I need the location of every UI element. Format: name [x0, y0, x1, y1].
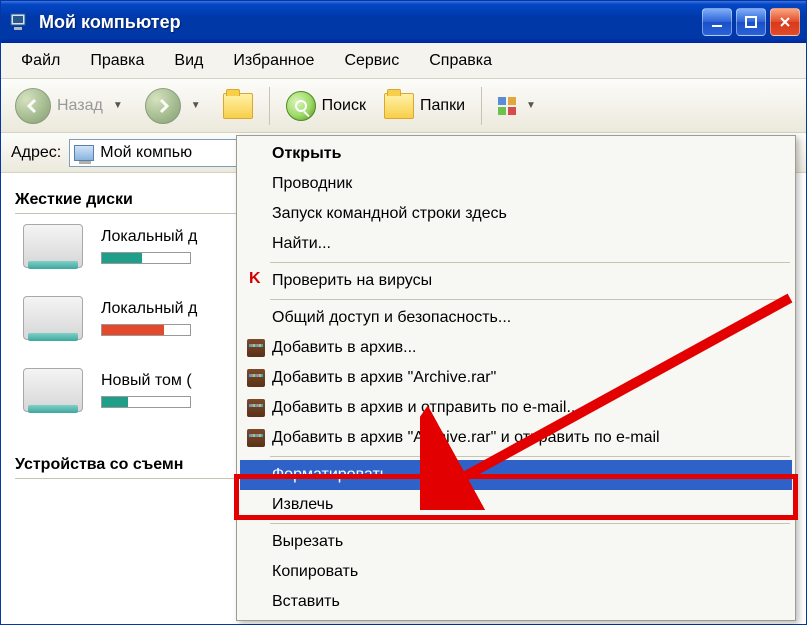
- context-menu-item-label: Добавить в архив и отправить по e-mail..…: [272, 399, 580, 417]
- context-menu-item[interactable]: Проводник: [240, 169, 792, 199]
- context-menu-item[interactable]: Добавить в архив "Archive.rar": [240, 363, 792, 393]
- context-menu-item[interactable]: Добавить в архив...: [240, 333, 792, 363]
- drive-label: Локальный д: [101, 228, 197, 246]
- context-menu-item-label: Найти...: [272, 235, 331, 253]
- address-pc-icon: [74, 145, 94, 161]
- back-button[interactable]: [15, 88, 51, 124]
- menu-favorites[interactable]: Избранное: [219, 48, 328, 74]
- menu-help[interactable]: Справка: [415, 48, 506, 74]
- context-menu-item-label: Проводник: [272, 175, 352, 193]
- views-icon: [498, 97, 516, 115]
- context-menu-item[interactable]: Проверить на вирусы: [240, 266, 792, 296]
- folder-up-icon: [223, 93, 253, 119]
- context-menu-item[interactable]: Добавить в архив "Archive.rar" и отправи…: [240, 423, 792, 453]
- context-menu-separator: [270, 299, 790, 300]
- context-menu-item[interactable]: Общий доступ и безопасность...: [240, 303, 792, 333]
- menu-file[interactable]: Файл: [7, 48, 74, 74]
- menu-view[interactable]: Вид: [160, 48, 217, 74]
- nav-forward-group[interactable]: ▼: [139, 88, 211, 124]
- window-buttons: [702, 8, 800, 36]
- context-menu-separator: [270, 262, 790, 263]
- context-menu-item-label: Открыть: [272, 145, 341, 163]
- context-menu-item-label: Проверить на вирусы: [272, 272, 432, 290]
- drive-usage-bar: [101, 252, 191, 264]
- my-computer-icon: [9, 11, 31, 33]
- maximize-button[interactable]: [736, 8, 766, 36]
- views-dropdown-icon[interactable]: ▼: [522, 100, 540, 111]
- toolbar-separator-2: [481, 87, 482, 125]
- context-menu-item-label: Добавить в архив "Archive.rar": [272, 369, 496, 387]
- context-menu-item[interactable]: Добавить в архив и отправить по e-mail..…: [240, 393, 792, 423]
- kaspersky-icon: [246, 271, 266, 291]
- context-menu-item-label: Добавить в архив "Archive.rar" и отправи…: [272, 429, 660, 447]
- search-button[interactable]: Поиск: [280, 91, 372, 121]
- menu-tools[interactable]: Сервис: [330, 48, 413, 74]
- context-menu-item[interactable]: Запуск командной строки здесь: [240, 199, 792, 229]
- drive-icon: [23, 368, 83, 412]
- folders-label: Папки: [420, 97, 465, 115]
- context-menu-item[interactable]: Форматировать...: [240, 460, 792, 490]
- folders-button[interactable]: Папки: [378, 93, 471, 119]
- drive-usage-bar: [101, 396, 191, 408]
- context-menu-item[interactable]: Вырезать: [240, 527, 792, 557]
- context-menu-item-label: Запуск командной строки здесь: [272, 205, 507, 223]
- context-menu-item[interactable]: Найти...: [240, 229, 792, 259]
- drive-label: Локальный д: [101, 300, 197, 318]
- context-menu-item-label: Форматировать...: [272, 466, 401, 484]
- folders-icon: [384, 93, 414, 119]
- minimize-button[interactable]: [702, 8, 732, 36]
- address-label: Адрес:: [11, 144, 61, 162]
- menubar: Файл Правка Вид Избранное Сервис Справка: [1, 43, 806, 79]
- context-menu: Открыть Проводник Запуск командной строки …: [236, 135, 796, 621]
- forward-button[interactable]: [145, 88, 181, 124]
- search-icon: [286, 91, 316, 121]
- context-menu-item[interactable]: Открыть: [240, 139, 792, 169]
- context-menu-separator: [270, 456, 790, 457]
- winrar-icon: [246, 368, 266, 388]
- nav-back-group[interactable]: Назад ▼: [9, 88, 133, 124]
- drive-info: Новый том (: [101, 372, 192, 408]
- forward-dropdown-icon[interactable]: ▼: [187, 100, 205, 111]
- drive-info: Локальный д: [101, 228, 197, 264]
- context-menu-item[interactable]: Извлечь: [240, 490, 792, 520]
- context-menu-item-label: Копировать: [272, 563, 358, 581]
- winrar-icon: [246, 338, 266, 358]
- winrar-icon: [246, 428, 266, 448]
- toolbar: Назад ▼ ▼ Поиск Папки ▼: [1, 79, 806, 133]
- back-label: Назад: [57, 97, 103, 115]
- context-menu-item-label: Вставить: [272, 593, 340, 611]
- toolbar-separator: [269, 87, 270, 125]
- context-menu-item-label: Добавить в архив...: [272, 339, 417, 357]
- drive-info: Локальный д: [101, 300, 197, 336]
- context-menu-item-label: Извлечь: [272, 496, 333, 514]
- close-button[interactable]: [770, 8, 800, 36]
- address-value: Мой компью: [100, 144, 192, 162]
- up-button[interactable]: [217, 93, 259, 119]
- titlebar: Мой компьютер: [1, 1, 806, 43]
- drive-label: Новый том (: [101, 372, 192, 390]
- drive-usage-bar: [101, 324, 191, 336]
- drive-icon: [23, 224, 83, 268]
- menu-edit[interactable]: Правка: [76, 48, 158, 74]
- context-menu-separator: [270, 523, 790, 524]
- context-menu-item[interactable]: Копировать: [240, 557, 792, 587]
- drive-icon: [23, 296, 83, 340]
- winrar-icon: [246, 398, 266, 418]
- window-title: Мой компьютер: [39, 12, 702, 33]
- views-button[interactable]: ▼: [492, 97, 546, 115]
- back-dropdown-icon[interactable]: ▼: [109, 100, 127, 111]
- search-label: Поиск: [322, 97, 366, 115]
- context-menu-item-label: Вырезать: [272, 533, 343, 551]
- context-menu-item-label: Общий доступ и безопасность...: [272, 309, 511, 327]
- context-menu-item[interactable]: Вставить: [240, 587, 792, 617]
